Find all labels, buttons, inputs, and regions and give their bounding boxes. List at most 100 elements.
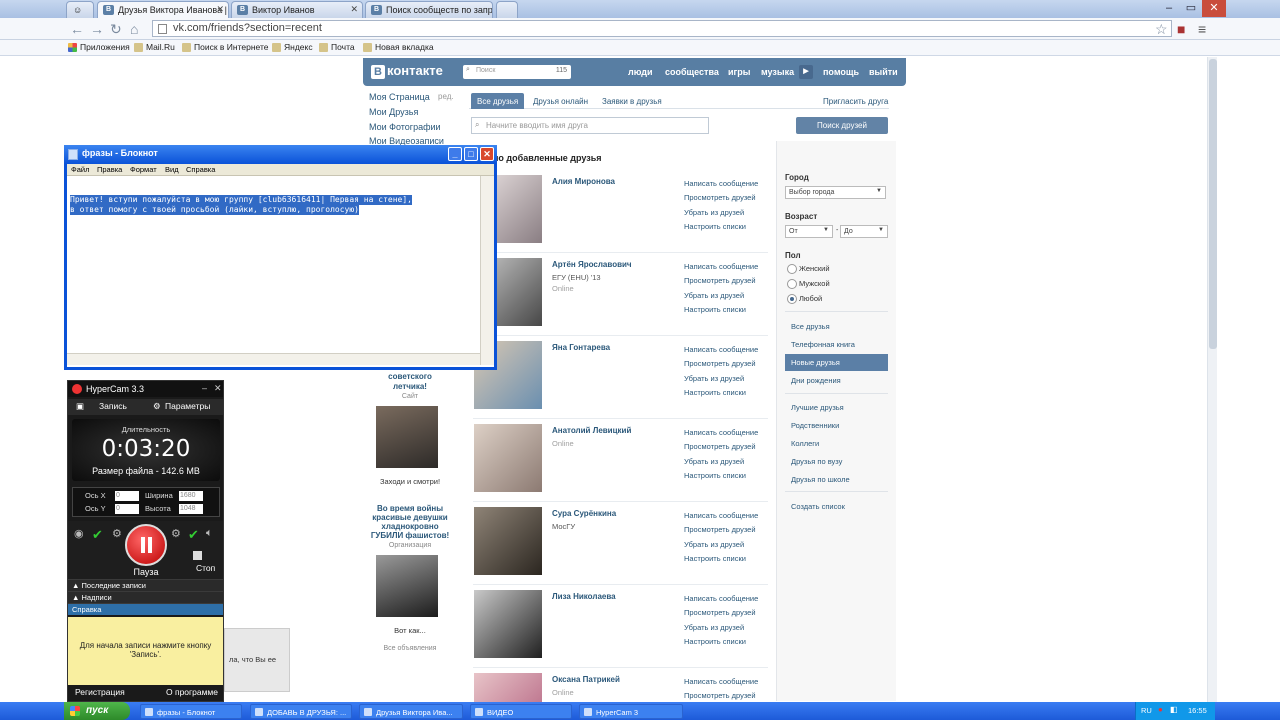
tab-friend-requests[interactable]: Заявки в друзья [596,93,668,109]
notepad-vertical-scrollbar[interactable] [480,176,494,365]
language-indicator[interactable]: RU [1141,706,1152,715]
remove-friend-link[interactable]: Убрать из друзей [684,208,744,217]
close-icon[interactable]: ✕ [214,383,222,394]
view-friends-link[interactable]: Просмотреть друзей [684,276,756,285]
hypercam-titlebar[interactable]: HyperCam 3.3 – ✕ [68,381,223,397]
view-friends-link[interactable]: Просмотреть друзей [684,193,756,202]
radio-any[interactable]: Любой [787,294,822,304]
extension-icon[interactable]: ■ [1177,21,1185,37]
nav-communities[interactable]: сообщества [665,67,719,77]
notepad-horizontal-scrollbar[interactable] [67,353,480,365]
check-icon[interactable]: ✔ [92,527,103,543]
bookmark-yandex[interactable]: Яндекс [272,42,313,52]
browser-menu-tab[interactable]: ☺ [66,1,94,18]
axis-x-input[interactable]: 0 [115,491,139,501]
menu-edit[interactable]: Правка [97,165,122,174]
write-message-link[interactable]: Написать сообщение [684,262,758,271]
gear-icon[interactable]: ⚙ [112,527,122,540]
stop-icon[interactable] [193,551,202,560]
minimize-icon[interactable]: _ [448,147,462,161]
maximize-icon[interactable]: ▭ [1180,0,1202,17]
new-tab-button[interactable] [496,1,518,18]
category-university-friends[interactable]: Друзья по вузу [785,453,888,470]
task-notepad[interactable]: фразы - Блокнот [140,704,242,719]
search-friends-button[interactable]: Поиск друзей [796,117,888,134]
tab-friends[interactable]: В Друзья Виктора Иванова | ✕ [97,1,229,18]
register-link[interactable]: Регистрация [75,687,125,697]
view-friends-link[interactable]: Просмотреть друзей [684,525,756,534]
vk-search-input[interactable]: ⌕ Поиск 115 [463,65,571,79]
task-add-friends[interactable]: ДОБАВЬ В ДРУЗЬЯ: ... [250,704,352,719]
gear-icon[interactable]: ⚙ [171,527,181,540]
friend-name[interactable]: Оксана Патрикей [552,675,620,684]
category-relatives[interactable]: Родственники [785,417,888,434]
width-input[interactable]: 1680 [179,491,203,501]
minimize-icon[interactable]: – [202,383,207,393]
menu-view[interactable]: Вид [165,165,179,174]
reload-icon[interactable]: ↻ [110,21,122,37]
bookmark-mailru[interactable]: Mail.Ru [134,42,175,52]
write-message-link[interactable]: Написать сообщение [684,677,758,686]
age-to-select[interactable]: До ▼ [840,225,888,238]
speaker-icon[interactable]: 🔈︎ [206,527,213,540]
ad-link[interactable]: Вот как... [370,626,450,635]
axis-y-input[interactable]: 0 [115,504,139,514]
page-scrollbar[interactable] [1207,57,1217,702]
friend-name[interactable]: Алия Миронова [552,177,615,186]
pause-button[interactable] [125,524,167,566]
ad-link[interactable]: Заходи и смотри! [370,477,450,486]
age-from-select[interactable]: От ▼ [785,225,833,238]
bookmark-mail[interactable]: Почта [319,42,355,52]
write-message-link[interactable]: Написать сообщение [684,594,758,603]
close-icon[interactable]: ✕ [216,4,224,15]
view-friends-link[interactable]: Просмотреть друзей [684,442,756,451]
tab-all-friends[interactable]: Все друзья [471,93,525,109]
tab-record[interactable]: Запись [99,401,127,411]
friend-name[interactable]: Артён Ярославович [552,260,632,269]
nav-logout[interactable]: выйти [869,67,898,77]
configure-lists-link[interactable]: Настроить списки [684,637,746,646]
write-message-link[interactable]: Написать сообщение [684,179,758,188]
write-message-link[interactable]: Написать сообщение [684,511,758,520]
nav-games[interactable]: игры [728,67,750,77]
about-link[interactable]: О программе [166,687,218,697]
menu-file[interactable]: Файл [71,165,89,174]
task-hypercam[interactable]: HyperCam 3 [579,704,683,719]
view-friends-link[interactable]: Просмотреть друзей [684,691,756,700]
hypercam-tray-icon[interactable]: ● [1158,705,1163,714]
view-friends-link[interactable]: Просмотреть друзей [684,359,756,368]
section-help[interactable]: Справка [68,603,223,615]
scrollbar-thumb[interactable] [1209,59,1217,349]
star-icon[interactable]: ☆ [1155,21,1168,37]
vk-logo[interactable]: Вконтакте [371,63,443,79]
menu-format[interactable]: Формат [130,165,157,174]
write-message-link[interactable]: Написать сообщение [684,428,758,437]
ad-title[interactable]: советского [370,372,450,381]
ad-image[interactable] [376,555,438,617]
all-ads-link[interactable]: Все объявления [370,645,450,652]
category-best-friends[interactable]: Лучшие друзья [785,399,888,416]
maximize-icon[interactable]: □ [464,147,478,161]
ad-image[interactable] [376,406,438,468]
remove-friend-link[interactable]: Убрать из друзей [684,623,744,632]
category-all-friends[interactable]: Все друзья [785,318,888,335]
friend-name[interactable]: Лиза Николаева [552,592,616,601]
tab-viktor[interactable]: В Виктор Иванов ✕ [231,1,363,18]
configure-lists-link[interactable]: Настроить списки [684,471,746,480]
configure-lists-link[interactable]: Настроить списки [684,388,746,397]
avatar[interactable] [474,673,542,702]
notepad-titlebar[interactable]: фразы - Блокнот _ □ ✕ [64,145,497,164]
ad-title[interactable]: летчика! [370,382,450,391]
remove-friend-link[interactable]: Убрать из друзей [684,374,744,383]
menu-friends[interactable]: Мои Друзья [369,107,418,117]
category-birthdays[interactable]: Дни рождения [785,372,888,389]
menu-icon[interactable]: ≡ [1198,21,1206,37]
invite-friend-link[interactable]: Пригласить друга [823,97,888,106]
avatar[interactable] [474,507,542,575]
address-bar[interactable]: vk.com/friends?section=recent [152,20,1172,37]
bookmark-apps[interactable]: Приложения [68,42,130,52]
remove-friend-link[interactable]: Убрать из друзей [684,291,744,300]
category-phone-book[interactable]: Телефонная книга [785,336,888,353]
network-icon[interactable]: ◧ [1170,705,1178,714]
category-new-friends[interactable]: Новые друзья [785,354,888,371]
